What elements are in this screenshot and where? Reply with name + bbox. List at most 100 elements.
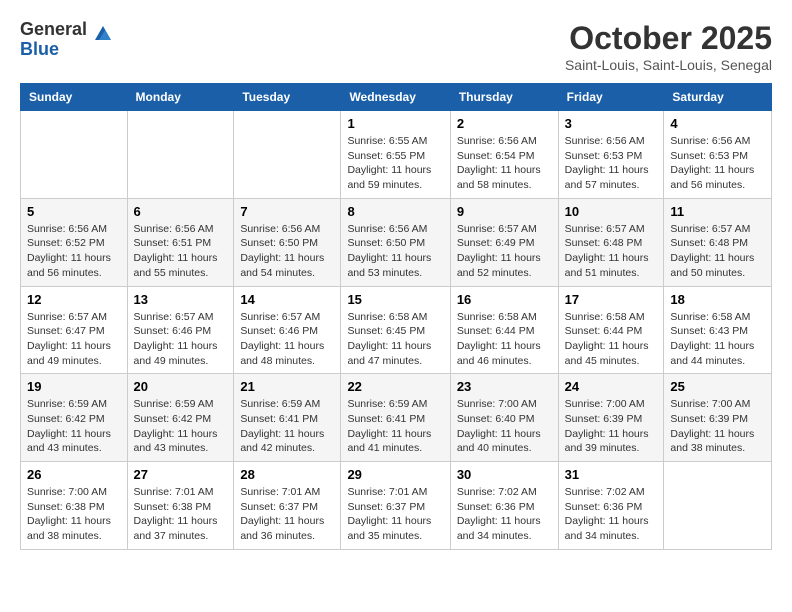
day-info: Sunrise: 6:57 AMSunset: 6:46 PMDaylight:…	[134, 310, 228, 369]
title-block: October 2025 Saint-Louis, Saint-Louis, S…	[565, 20, 772, 73]
month-title: October 2025	[565, 20, 772, 57]
day-info: Sunrise: 6:57 AMSunset: 6:46 PMDaylight:…	[240, 310, 334, 369]
calendar-cell: 2 Sunrise: 6:56 AMSunset: 6:54 PMDaylight…	[450, 111, 558, 199]
day-info: Sunrise: 7:00 AMSunset: 6:40 PMDaylight:…	[457, 397, 552, 456]
day-info: Sunrise: 7:00 AMSunset: 6:39 PMDaylight:…	[670, 397, 765, 456]
day-number: 24	[565, 379, 658, 394]
day-info: Sunrise: 7:01 AMSunset: 6:37 PMDaylight:…	[240, 485, 334, 544]
day-info: Sunrise: 6:55 AMSunset: 6:55 PMDaylight:…	[347, 134, 443, 193]
logo-general: General	[20, 20, 87, 40]
day-info: Sunrise: 6:57 AMSunset: 6:48 PMDaylight:…	[670, 222, 765, 281]
calendar-cell: 29 Sunrise: 7:01 AMSunset: 6:37 PMDayligh…	[341, 462, 450, 550]
day-number: 22	[347, 379, 443, 394]
day-info: Sunrise: 6:57 AMSunset: 6:49 PMDaylight:…	[457, 222, 552, 281]
day-number: 4	[670, 116, 765, 131]
day-number: 17	[565, 292, 658, 307]
day-number: 8	[347, 204, 443, 219]
calendar-cell: 16 Sunrise: 6:58 AMSunset: 6:44 PMDayligh…	[450, 286, 558, 374]
day-number: 23	[457, 379, 552, 394]
day-number: 29	[347, 467, 443, 482]
calendar-table: SundayMondayTuesdayWednesdayThursdayFrid…	[20, 83, 772, 550]
day-info: Sunrise: 6:59 AMSunset: 6:42 PMDaylight:…	[134, 397, 228, 456]
calendar-week-row: 5Sunrise: 6:56 AMSunset: 6:52 PMDaylight…	[21, 198, 772, 286]
calendar-cell	[21, 111, 128, 199]
day-number: 3	[565, 116, 658, 131]
weekday-header: Wednesday	[341, 84, 450, 111]
calendar-cell: 17 Sunrise: 6:58 AMSunset: 6:44 PMDayligh…	[558, 286, 664, 374]
day-info: Sunrise: 6:56 AMSunset: 6:52 PMDaylight:…	[27, 222, 121, 281]
calendar-cell: 8 Sunrise: 6:56 AMSunset: 6:50 PMDaylight…	[341, 198, 450, 286]
day-number: 21	[240, 379, 334, 394]
calendar-cell	[234, 111, 341, 199]
weekday-header: Friday	[558, 84, 664, 111]
calendar-week-row: 1 Sunrise: 6:55 AMSunset: 6:55 PMDaylight…	[21, 111, 772, 199]
calendar-cell: 7Sunrise: 6:56 AMSunset: 6:50 PMDaylight…	[234, 198, 341, 286]
day-number: 14	[240, 292, 334, 307]
day-number: 13	[134, 292, 228, 307]
day-number: 2	[457, 116, 552, 131]
weekday-header: Monday	[127, 84, 234, 111]
day-info: Sunrise: 6:58 AMSunset: 6:43 PMDaylight:…	[670, 310, 765, 369]
day-number: 25	[670, 379, 765, 394]
calendar-cell: 12 Sunrise: 6:57 AMSunset: 6:47 PMDayligh…	[21, 286, 128, 374]
calendar-week-row: 12 Sunrise: 6:57 AMSunset: 6:47 PMDayligh…	[21, 286, 772, 374]
calendar-cell: 14 Sunrise: 6:57 AMSunset: 6:46 PMDayligh…	[234, 286, 341, 374]
day-number: 6	[134, 204, 228, 219]
calendar-cell: 28Sunrise: 7:01 AMSunset: 6:37 PMDayligh…	[234, 462, 341, 550]
day-info: Sunrise: 7:01 AMSunset: 6:38 PMDaylight:…	[134, 485, 228, 544]
calendar-cell: 15Sunrise: 6:58 AMSunset: 6:45 PMDayligh…	[341, 286, 450, 374]
day-info: Sunrise: 6:56 AMSunset: 6:54 PMDaylight:…	[457, 134, 552, 193]
calendar-cell: 26 Sunrise: 7:00 AMSunset: 6:38 PMDayligh…	[21, 462, 128, 550]
day-number: 16	[457, 292, 552, 307]
day-info: Sunrise: 7:02 AMSunset: 6:36 PMDaylight:…	[565, 485, 658, 544]
weekday-header: Saturday	[664, 84, 772, 111]
day-info: Sunrise: 7:00 AMSunset: 6:39 PMDaylight:…	[565, 397, 658, 456]
day-number: 15	[347, 292, 443, 307]
calendar-week-row: 19 Sunrise: 6:59 AMSunset: 6:42 PMDayligh…	[21, 374, 772, 462]
calendar-week-row: 26 Sunrise: 7:00 AMSunset: 6:38 PMDayligh…	[21, 462, 772, 550]
day-number: 11	[670, 204, 765, 219]
day-info: Sunrise: 6:57 AMSunset: 6:47 PMDaylight:…	[27, 310, 121, 369]
logo-icon	[91, 22, 115, 46]
calendar-cell: 4 Sunrise: 6:56 AMSunset: 6:53 PMDaylight…	[664, 111, 772, 199]
calendar-cell: 31 Sunrise: 7:02 AMSunset: 6:36 PMDayligh…	[558, 462, 664, 550]
day-number: 1	[347, 116, 443, 131]
day-number: 20	[134, 379, 228, 394]
calendar-cell: 6 Sunrise: 6:56 AMSunset: 6:51 PMDaylight…	[127, 198, 234, 286]
logo-text: General Blue	[20, 20, 87, 60]
day-number: 18	[670, 292, 765, 307]
calendar-cell: 30Sunrise: 7:02 AMSunset: 6:36 PMDayligh…	[450, 462, 558, 550]
calendar-cell: 25 Sunrise: 7:00 AMSunset: 6:39 PMDayligh…	[664, 374, 772, 462]
day-number: 26	[27, 467, 121, 482]
calendar-cell	[664, 462, 772, 550]
day-info: Sunrise: 6:58 AMSunset: 6:44 PMDaylight:…	[457, 310, 552, 369]
day-info: Sunrise: 7:02 AMSunset: 6:36 PMDaylight:…	[457, 485, 552, 544]
day-info: Sunrise: 6:57 AMSunset: 6:48 PMDaylight:…	[565, 222, 658, 281]
calendar-cell	[127, 111, 234, 199]
calendar-cell: 11 Sunrise: 6:57 AMSunset: 6:48 PMDayligh…	[664, 198, 772, 286]
weekday-header: Thursday	[450, 84, 558, 111]
logo: General Blue	[20, 20, 115, 60]
day-info: Sunrise: 6:59 AMSunset: 6:41 PMDaylight:…	[347, 397, 443, 456]
day-number: 10	[565, 204, 658, 219]
calendar-cell: 22 Sunrise: 6:59 AMSunset: 6:41 PMDayligh…	[341, 374, 450, 462]
day-info: Sunrise: 6:56 AMSunset: 6:53 PMDaylight:…	[565, 134, 658, 193]
day-info: Sunrise: 7:01 AMSunset: 6:37 PMDaylight:…	[347, 485, 443, 544]
day-info: Sunrise: 6:56 AMSunset: 6:51 PMDaylight:…	[134, 222, 228, 281]
day-number: 7	[240, 204, 334, 219]
calendar-cell: 18 Sunrise: 6:58 AMSunset: 6:43 PMDayligh…	[664, 286, 772, 374]
calendar-cell: 9Sunrise: 6:57 AMSunset: 6:49 PMDaylight…	[450, 198, 558, 286]
day-info: Sunrise: 7:00 AMSunset: 6:38 PMDaylight:…	[27, 485, 121, 544]
day-number: 12	[27, 292, 121, 307]
day-info: Sunrise: 6:59 AMSunset: 6:41 PMDaylight:…	[240, 397, 334, 456]
calendar-cell: 24 Sunrise: 7:00 AMSunset: 6:39 PMDayligh…	[558, 374, 664, 462]
weekday-header: Sunday	[21, 84, 128, 111]
day-info: Sunrise: 6:56 AMSunset: 6:53 PMDaylight:…	[670, 134, 765, 193]
day-number: 19	[27, 379, 121, 394]
day-info: Sunrise: 6:58 AMSunset: 6:44 PMDaylight:…	[565, 310, 658, 369]
calendar-cell: 20 Sunrise: 6:59 AMSunset: 6:42 PMDayligh…	[127, 374, 234, 462]
day-number: 31	[565, 467, 658, 482]
day-info: Sunrise: 6:56 AMSunset: 6:50 PMDaylight:…	[347, 222, 443, 281]
calendar-cell: 5Sunrise: 6:56 AMSunset: 6:52 PMDaylight…	[21, 198, 128, 286]
location-subtitle: Saint-Louis, Saint-Louis, Senegal	[565, 57, 772, 73]
